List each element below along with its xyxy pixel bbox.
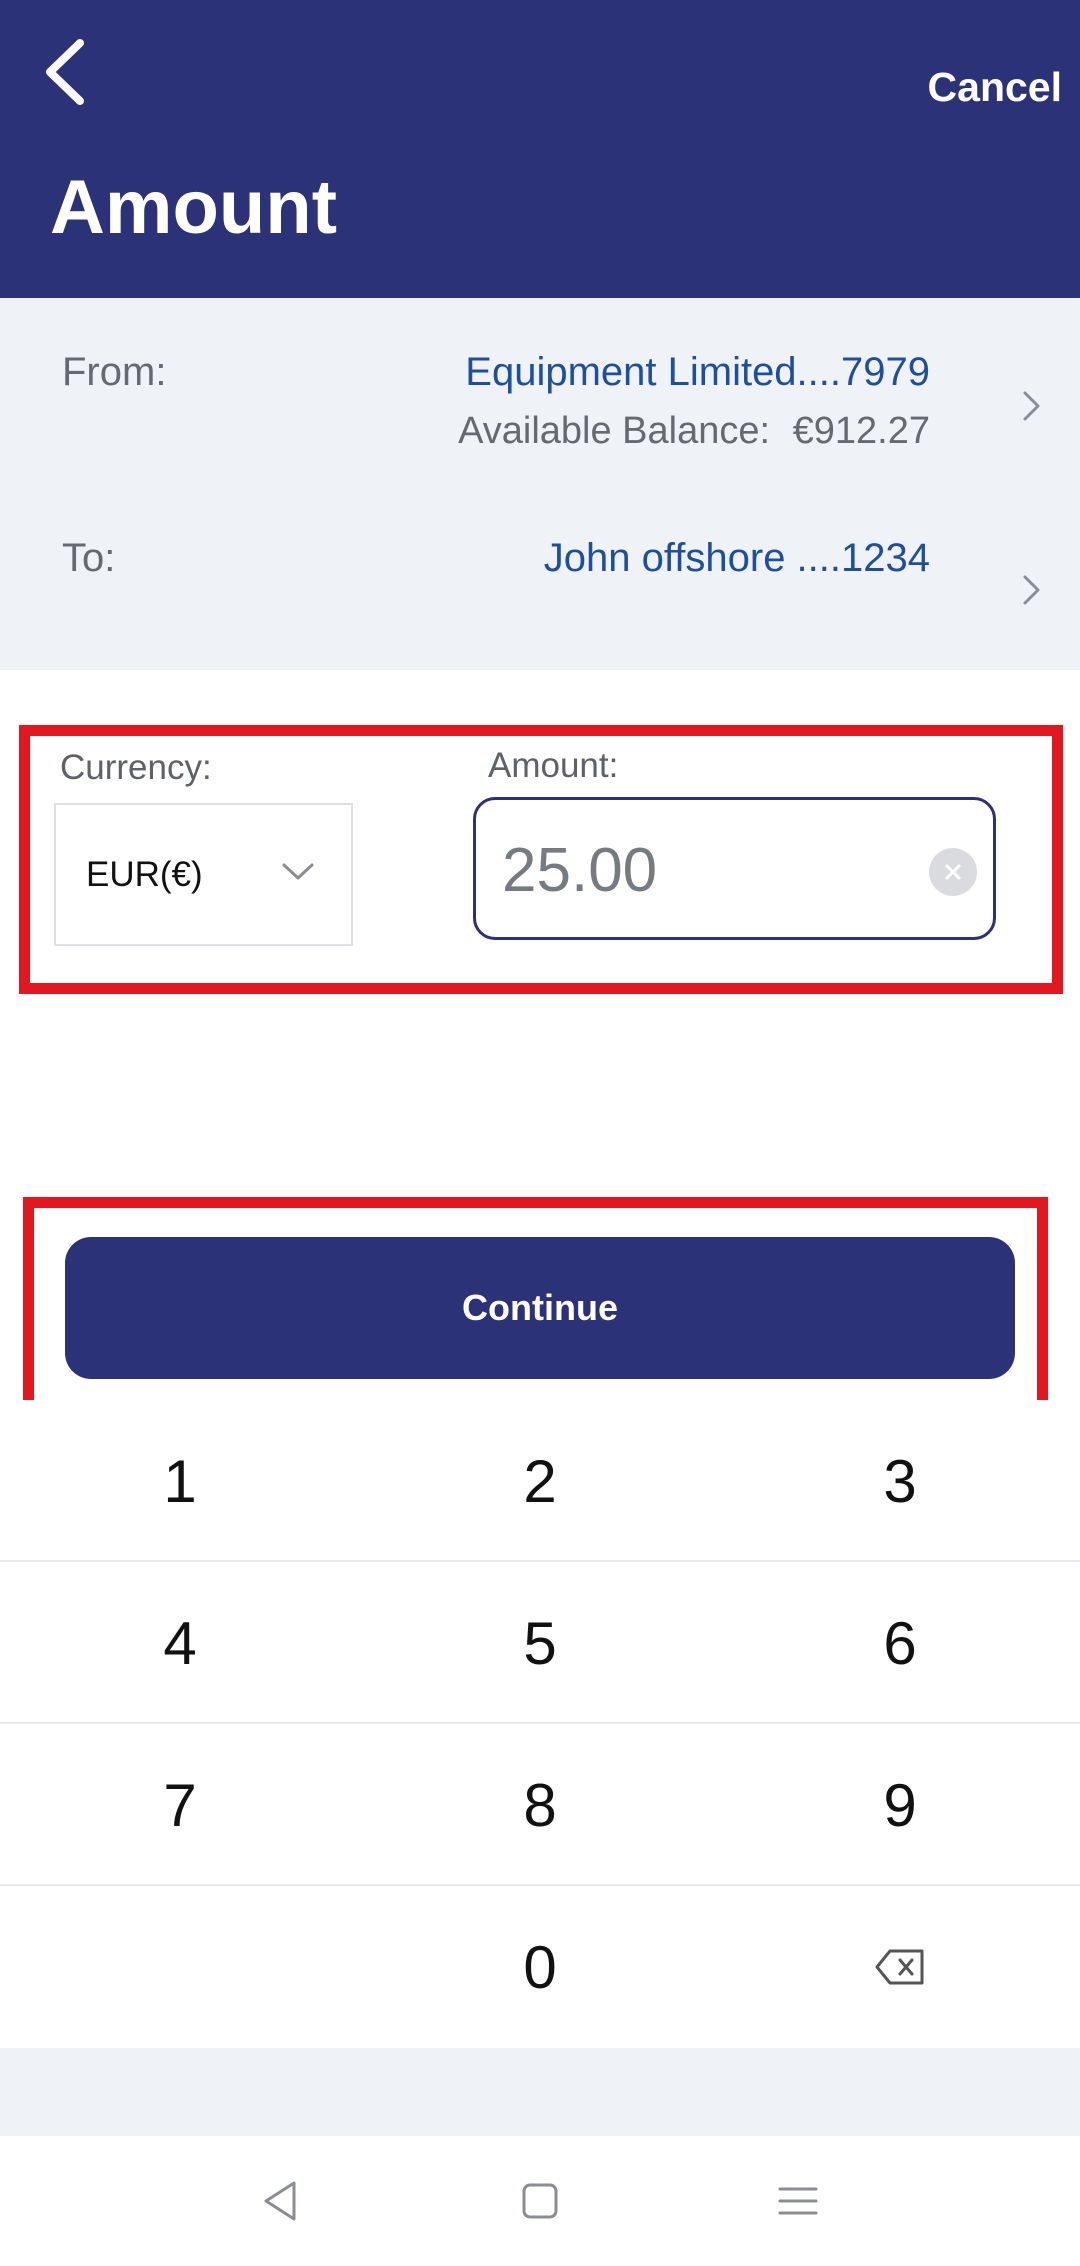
key-2[interactable]: 2: [360, 1400, 720, 1562]
nav-menu-button[interactable]: [768, 2171, 828, 2231]
continue-button[interactable]: Continue: [65, 1237, 1015, 1379]
system-nav-bar: [0, 2136, 1080, 2266]
amount-input[interactable]: [502, 828, 922, 912]
app-header: Cancel Amount: [0, 0, 1080, 298]
to-account-name[interactable]: John offshore ....1234: [544, 536, 930, 581]
key-empty: [0, 1886, 360, 2048]
chevron-left-icon: [46, 39, 84, 105]
chevron-right-icon: [1023, 575, 1040, 605]
menu-icon: [778, 2187, 818, 2215]
back-button[interactable]: [36, 36, 92, 108]
key-5[interactable]: 5: [360, 1562, 720, 1724]
backspace-icon: [875, 1949, 924, 1985]
numeric-keypad: 1 2 3 4 5 6 7 8 9 0: [0, 1400, 1080, 2048]
clear-amount-button[interactable]: [929, 848, 977, 896]
chevron-right-icon: [1023, 391, 1040, 421]
to-account-chevron[interactable]: [1012, 570, 1052, 610]
to-label: To:: [62, 536, 116, 580]
backspace-key[interactable]: [720, 1886, 1080, 2048]
currency-label: Currency:: [60, 748, 212, 787]
amount-label: Amount:: [488, 746, 619, 785]
nav-home-button[interactable]: [510, 2171, 570, 2231]
key-7[interactable]: 7: [0, 1724, 360, 1886]
currency-value: EUR(€): [86, 855, 203, 894]
available-balance: Available Balance: €912.27: [458, 410, 930, 453]
close-icon: [945, 864, 961, 880]
keypad-row: 7 8 9: [0, 1724, 1080, 1886]
square-home-icon: [522, 2183, 558, 2219]
page-title: Amount: [50, 165, 338, 250]
cancel-button[interactable]: Cancel: [928, 64, 1062, 111]
from-account-chevron[interactable]: [1012, 386, 1052, 426]
keypad-row: 4 5 6: [0, 1562, 1080, 1724]
available-balance-value: €912.27: [792, 410, 930, 452]
nav-back-button[interactable]: [250, 2171, 310, 2231]
keypad-footer: [0, 2048, 1080, 2136]
currency-select[interactable]: EUR(€): [54, 803, 353, 946]
account-panel: From: Equipment Limited....7979 Availabl…: [0, 298, 1080, 670]
key-9[interactable]: 9: [720, 1724, 1080, 1886]
available-balance-label: Available Balance:: [458, 410, 771, 452]
triangle-back-icon: [264, 2181, 296, 2221]
key-0[interactable]: 0: [360, 1886, 720, 2048]
key-8[interactable]: 8: [360, 1724, 720, 1886]
from-label: From:: [62, 350, 167, 394]
key-3[interactable]: 3: [720, 1400, 1080, 1562]
key-1[interactable]: 1: [0, 1400, 360, 1562]
from-account-name[interactable]: Equipment Limited....7979: [465, 350, 930, 395]
keypad-row: 1 2 3: [0, 1400, 1080, 1562]
amount-field[interactable]: [473, 797, 996, 940]
key-4[interactable]: 4: [0, 1562, 360, 1724]
keypad-row: 0: [0, 1886, 1080, 2048]
chevron-down-icon: [282, 863, 314, 880]
key-6[interactable]: 6: [720, 1562, 1080, 1724]
